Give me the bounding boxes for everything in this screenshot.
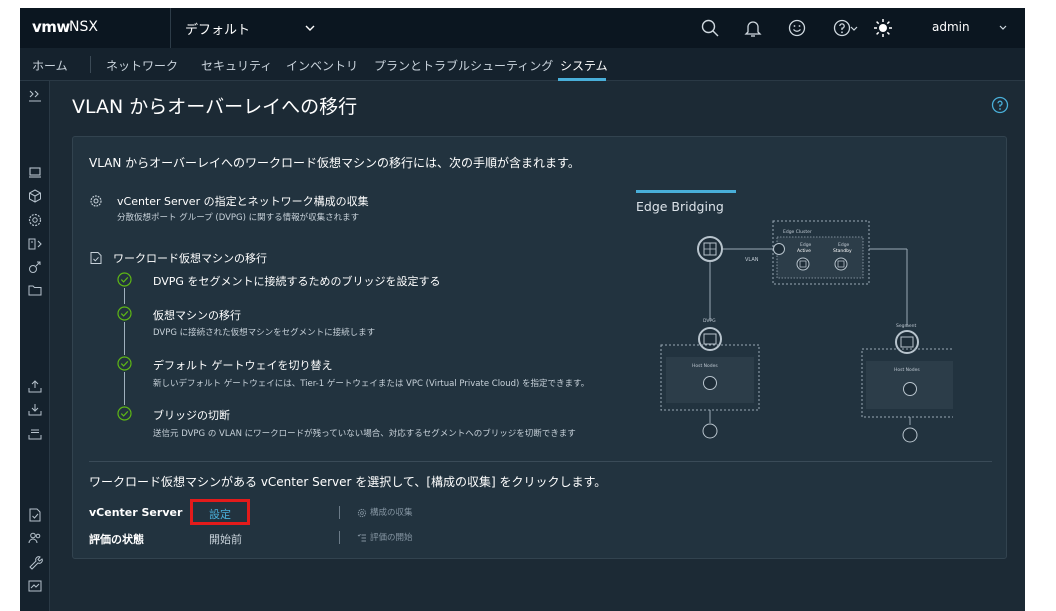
vm-node-left xyxy=(702,423,718,439)
product-name: NSX xyxy=(69,19,98,35)
check-circle-icon xyxy=(117,356,132,371)
segment-node xyxy=(895,330,919,354)
collect-config-button[interactable]: 構成の収集 xyxy=(357,506,413,518)
folder-icon[interactable] xyxy=(27,282,43,298)
substep2-desc: DVPG に接続された仮想マシンをセグメントに接続します xyxy=(153,328,376,338)
external-link-icon[interactable] xyxy=(27,259,43,275)
app-window: vmw NSX デフォルト admin ホーム ネットワーク セキュリティ イン… xyxy=(20,8,1025,611)
start-assessment-button[interactable]: 評価の開始 xyxy=(357,531,413,543)
row-separator xyxy=(339,506,340,519)
expand-sidebar-icon[interactable] xyxy=(27,87,43,103)
substep4-desc: 送信元 DVPG の VLAN にワークロードが残っていない場合、対応するセグメ… xyxy=(153,429,576,439)
step1-title: vCenter Server の指定とネットワーク構成の収集 xyxy=(117,195,369,208)
intro-text: VLAN からオーバーレイへのワークロード仮想マシンの移行には、次の手順が含まれ… xyxy=(89,156,580,170)
bell-icon[interactable] xyxy=(743,18,763,38)
timeline-line xyxy=(124,288,125,304)
users-icon[interactable] xyxy=(27,530,43,546)
diagram-accent-bar xyxy=(636,190,736,193)
nav-inventory[interactable]: インベントリ xyxy=(286,57,358,74)
edge-standby-node xyxy=(834,257,848,271)
edge-standby-name: Edge xyxy=(838,242,850,248)
edge-active-name: Edge xyxy=(800,242,812,248)
start-assessment-label: 評価の開始 xyxy=(370,533,413,543)
dvpg-label: DVPG xyxy=(703,318,716,324)
chevron-down-icon[interactable] xyxy=(998,23,1008,33)
segment-label: Segment xyxy=(896,323,916,329)
gear-icon xyxy=(357,508,367,517)
dvpg-node xyxy=(698,327,722,351)
step2-title: ワークロード仮想マシンの移行 xyxy=(113,252,267,265)
substep2-title: 仮想マシンの移行 xyxy=(153,309,241,322)
chevron-down-icon[interactable] xyxy=(303,21,317,35)
step1-desc: 分散仮想ポート グループ (DVPG) に関する情報が収集されます xyxy=(117,213,360,223)
nav-divider xyxy=(90,56,91,73)
diagram-title: Edge Bridging xyxy=(636,199,724,214)
nav-plan-troubleshoot[interactable]: プランとトラブルシューティング xyxy=(374,57,553,74)
substep4-title: ブリッジの切断 xyxy=(153,409,230,422)
substep3-title: デフォルト ゲートウェイを切り替え xyxy=(153,359,333,372)
document-check-icon xyxy=(90,252,102,264)
checklist-icon xyxy=(357,533,366,541)
migration-card: VLAN からオーバーレイへのワークロード仮想マシンの移行には、次の手順が含まれ… xyxy=(72,136,1007,559)
user-menu[interactable]: admin xyxy=(932,20,970,34)
upload-tray-icon[interactable] xyxy=(27,379,43,395)
substep1-title: DVPG をセグメントに接続するためのブリッジを設定する xyxy=(153,275,441,288)
monitor-icon[interactable] xyxy=(27,164,43,180)
edge-active-label: Active xyxy=(797,248,811,254)
help-icon[interactable] xyxy=(991,96,1009,114)
gear-icon[interactable] xyxy=(27,212,43,228)
edge-uplink-node xyxy=(773,243,785,255)
left-sidebar xyxy=(20,81,50,611)
vm-node-right xyxy=(902,427,918,443)
check-circle-icon xyxy=(117,272,132,287)
vcenter-set-link[interactable]: 設定 xyxy=(190,499,250,525)
check-circle-icon xyxy=(117,406,132,421)
substep3-desc: 新しいデフォルト ゲートウェイには、Tier-1 ゲートウェイまたは VPC (… xyxy=(153,379,590,389)
project-selector[interactable]: デフォルト xyxy=(185,19,250,38)
edge-cluster-label: Edge Cluster xyxy=(783,229,812,235)
header-divider xyxy=(170,8,171,48)
main-nav: ホーム ネットワーク セキュリティ インベントリ プランとトラブルシューティング… xyxy=(20,48,1025,81)
timeline-line xyxy=(124,322,125,355)
document-check-icon[interactable] xyxy=(27,507,43,523)
host-node-right xyxy=(903,382,917,396)
status-value: 開始前 xyxy=(209,533,242,546)
gear-icon xyxy=(90,195,102,207)
theme-toggle-icon[interactable] xyxy=(873,18,893,38)
host-nodes-left-label: Host Nodes xyxy=(692,363,718,369)
search-icon[interactable] xyxy=(700,18,720,38)
chart-panel-icon[interactable] xyxy=(27,578,43,594)
vlan-label: VLAN xyxy=(745,257,759,263)
edge-nodes-box xyxy=(776,236,864,279)
vcenter-label: vCenter Server xyxy=(89,506,183,519)
download-tray-icon[interactable] xyxy=(27,402,43,418)
status-label: 評価の状態 xyxy=(89,533,144,546)
list-tray-icon[interactable] xyxy=(27,426,43,442)
instruction-text: ワークロード仮想マシンがある vCenter Server を選択して、[構成の… xyxy=(89,475,607,489)
vcenter-set-link-text[interactable]: 設定 xyxy=(209,506,231,522)
vmw-logo: vmw xyxy=(32,18,70,36)
nav-networking[interactable]: ネットワーク xyxy=(106,57,178,74)
nav-system[interactable]: システム xyxy=(560,57,608,74)
smiley-icon[interactable] xyxy=(787,18,807,38)
edge-active-node xyxy=(796,257,810,271)
page-title: VLAN からオーバーレイへの移行 xyxy=(72,96,358,118)
device-group-icon[interactable] xyxy=(27,236,43,252)
row-separator xyxy=(339,531,340,544)
timeline-line xyxy=(124,372,125,405)
nav-home[interactable]: ホーム xyxy=(32,57,68,74)
cube-icon[interactable] xyxy=(27,188,43,204)
top-header: vmw NSX デフォルト admin xyxy=(20,8,1025,48)
edge-standby-label: Standby xyxy=(833,248,852,254)
host-nodes-right-label: Host Nodes xyxy=(894,367,920,373)
edge-bridging-diagram: Edge Bridging Edge Cluster Edge Active E… xyxy=(636,190,953,443)
nav-security[interactable]: セキュリティ xyxy=(201,57,272,74)
chevron-down-icon[interactable] xyxy=(849,18,859,38)
wrench-icon[interactable] xyxy=(27,554,43,570)
card-divider xyxy=(89,461,992,462)
check-circle-icon xyxy=(117,306,132,321)
collect-config-label: 構成の収集 xyxy=(370,508,413,518)
active-tab-indicator xyxy=(558,78,606,81)
host-node-left xyxy=(703,376,717,390)
